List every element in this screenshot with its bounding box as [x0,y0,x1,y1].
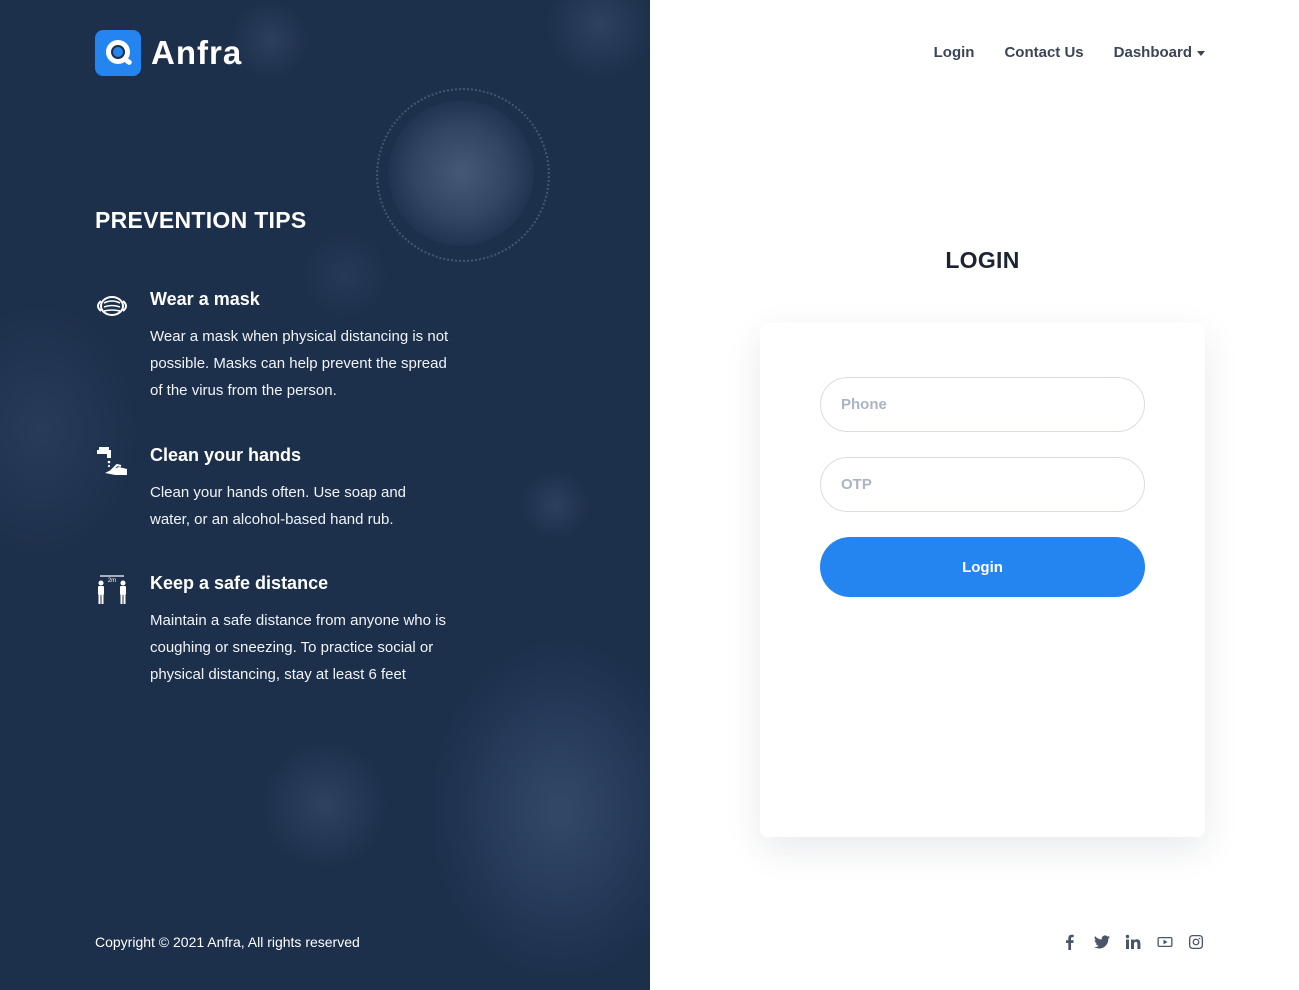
virus-decoration [545,0,650,80]
tip-text: Maintain a safe distance from anyone who… [150,612,446,683]
hand-wash-icon [95,445,129,479]
safe-distance-icon: 2m [95,573,129,607]
otp-input[interactable] [820,457,1145,512]
login-card: Login [760,323,1205,837]
instagram-icon[interactable] [1187,933,1205,951]
linkedin-icon[interactable] [1124,933,1142,951]
tip-text: Wear a mask when physical distancing is … [150,328,449,399]
nav-dashboard-dropdown[interactable]: Dashboard [1114,44,1205,61]
virus-decoration [430,640,650,980]
login-title: LOGIN [945,247,1020,273]
tip-text: Clean your hands often. Use soap and wat… [150,484,407,528]
tip-title: Clean your hands [150,445,302,465]
virus-decoration [300,230,390,320]
tips-title: PREVENTION TIPS [95,207,307,233]
nav-login-link[interactable]: Login [934,44,975,61]
social-links [1048,933,1206,951]
virus-decoration [260,740,390,870]
svg-text:2m: 2m [108,578,116,584]
brand-name: Anfra [151,34,243,71]
twitter-icon[interactable] [1093,933,1111,951]
search-logo-icon [95,30,141,76]
copyright: Copyright © 2021 Anfra, All rights reser… [95,934,360,950]
nav-contact-link[interactable]: Contact Us [1004,44,1083,61]
virus-decoration [376,88,550,262]
login-button[interactable]: Login [820,537,1145,597]
top-nav: Login Contact Us Dashboard [904,44,1205,61]
mask-icon [95,289,129,323]
nav-dashboard-label: Dashboard [1113,44,1192,61]
tip-title: Wear a mask [150,289,260,309]
youtube-icon[interactable] [1156,933,1174,951]
phone-input[interactable] [820,377,1145,432]
brand[interactable]: Anfra [95,30,242,76]
virus-decoration [0,300,140,560]
tip-title: Keep a safe distance [150,573,329,593]
facebook-icon[interactable] [1061,933,1079,951]
virus-decoration [520,470,590,540]
left-panel: Anfra PREVENTION TIPS Wear a mask Wear a… [0,0,650,990]
caret-down-icon [1197,50,1205,56]
